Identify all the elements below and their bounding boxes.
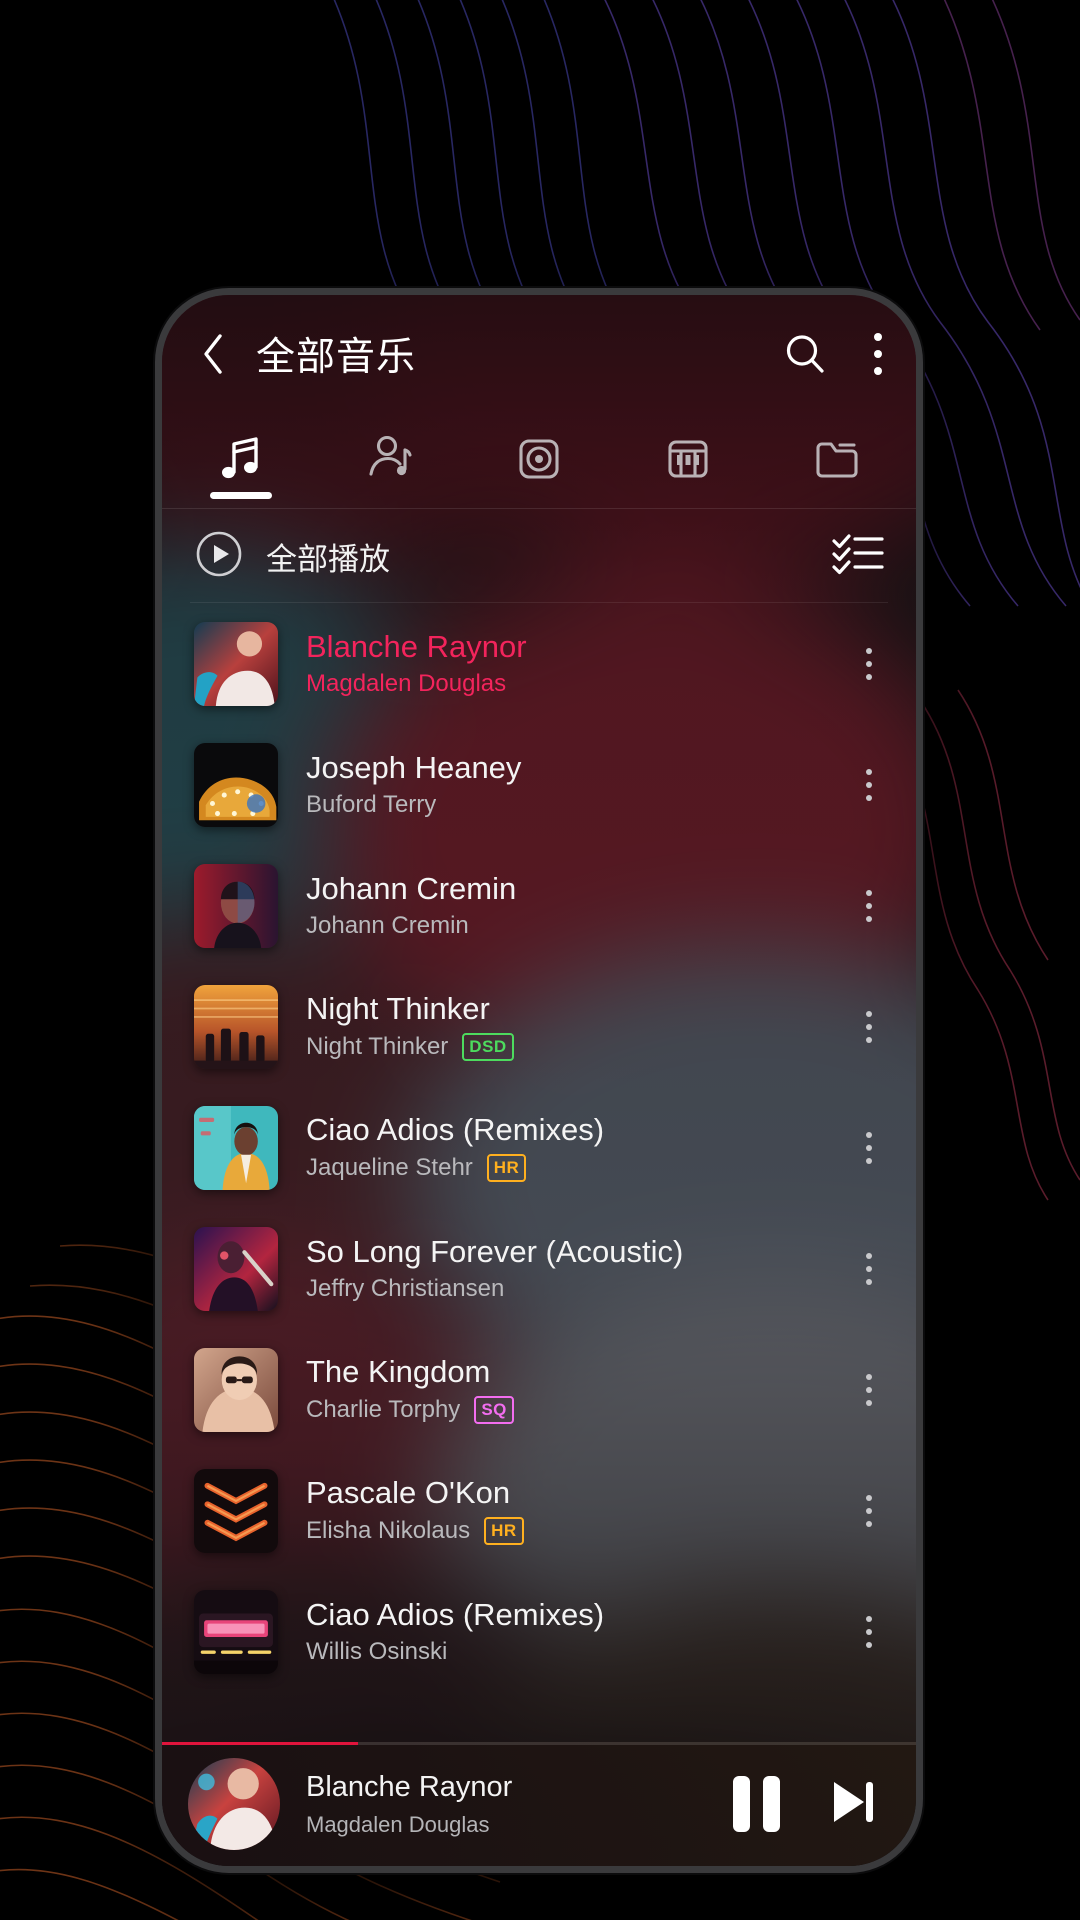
song-overflow-menu-icon[interactable] <box>852 1485 886 1537</box>
tab-folders[interactable] <box>763 413 912 505</box>
quality-badge: DSD <box>462 1032 514 1061</box>
song-album-art <box>194 742 278 827</box>
page-title: 全部音乐 <box>256 336 417 379</box>
song-artist: Magdalen Douglas <box>306 670 507 697</box>
tab-genres[interactable] <box>614 413 763 505</box>
song-row[interactable]: So Long Forever (Acoustic) Jeffry Christi… <box>162 1208 916 1329</box>
phone-frame: 全部音乐 全部播放 Blanche Raynor Magdalen Dougla… <box>155 288 923 1873</box>
song-artist: Willis Osinski <box>306 1638 448 1665</box>
song-album-art <box>194 863 278 948</box>
playback-progress-fill <box>162 1742 359 1745</box>
song-overflow-menu-icon[interactable] <box>852 1364 886 1416</box>
song-title: The Kingdom <box>306 1355 491 1389</box>
song-overflow-menu-icon[interactable] <box>852 1243 886 1295</box>
checklist-icon[interactable] <box>832 532 884 581</box>
song-subtitle-line: Jaqueline Stehr HR <box>306 1153 834 1182</box>
song-subtitle-line: Charlie Torphy SQ <box>306 1395 834 1424</box>
song-title: Night Thinker <box>306 992 490 1026</box>
active-tab-indicator <box>209 492 272 499</box>
song-row[interactable]: Blanche Raynor Magdalen Douglas <box>162 603 916 724</box>
song-album-art <box>194 1589 278 1674</box>
song-overflow-menu-icon[interactable] <box>852 1606 886 1658</box>
song-meta: Joseph Heaney Buford Terry <box>306 751 834 818</box>
song-title: Blanche Raynor <box>306 630 527 664</box>
song-artist: Elisha Nikolaus <box>306 1517 471 1544</box>
song-album-art <box>194 621 278 706</box>
song-meta: So Long Forever (Acoustic) Jeffry Christi… <box>306 1235 834 1302</box>
song-meta: Ciao Adios (Remixes) Jaqueline Stehr HR <box>306 1113 834 1182</box>
song-row[interactable]: Ciao Adios (Remixes) Jaqueline Stehr HR <box>162 1087 916 1208</box>
song-overflow-menu-icon[interactable] <box>852 1001 886 1053</box>
song-overflow-menu-icon[interactable] <box>852 638 886 690</box>
song-row[interactable]: Night Thinker Night Thinker DSD <box>162 966 916 1087</box>
play-all-button[interactable]: 全部播放 <box>194 529 390 584</box>
song-artist: Buford Terry <box>306 791 437 818</box>
song-subtitle-line: Elisha Nikolaus HR <box>306 1516 834 1545</box>
app-header: 全部音乐 <box>162 295 916 413</box>
song-title: Pascale O'Kon <box>306 1476 511 1510</box>
song-subtitle-line: Buford Terry <box>306 792 834 818</box>
song-album-art <box>194 1347 278 1432</box>
song-artist: Charlie Torphy <box>306 1396 461 1423</box>
search-icon[interactable] <box>782 331 828 377</box>
song-meta: Blanche Raynor Magdalen Douglas <box>306 630 834 697</box>
song-album-art <box>194 1226 278 1311</box>
song-subtitle-line: Johann Cremin <box>306 913 834 939</box>
now-playing-title: Blanche Raynor <box>306 1770 513 1803</box>
play-circle-icon <box>194 529 244 584</box>
song-row[interactable]: Ciao Adios (Remixes) Willis Osinski <box>162 1571 916 1692</box>
song-artist: Night Thinker <box>306 1033 449 1060</box>
screenshot-root: 全部音乐 全部播放 Blanche Raynor Magdalen Dougla… <box>0 0 1080 1920</box>
song-subtitle-line: Jeffry Christiansen <box>306 1276 834 1302</box>
song-title: Joseph Heaney <box>306 751 522 785</box>
song-album-art <box>194 1105 278 1190</box>
song-album-art <box>194 984 278 1069</box>
song-meta: Pascale O'Kon Elisha Nikolaus HR <box>306 1476 834 1545</box>
tab-artists[interactable] <box>315 413 464 505</box>
song-album-art <box>194 1468 278 1553</box>
song-artist: Jaqueline Stehr <box>306 1154 473 1181</box>
now-playing-artist: Magdalen Douglas <box>306 1811 490 1837</box>
song-artist: Johann Cremin <box>306 912 469 939</box>
song-overflow-menu-icon[interactable] <box>852 880 886 932</box>
song-meta: Ciao Adios (Remixes) Willis Osinski <box>306 1598 834 1665</box>
song-row[interactable]: Johann Cremin Johann Cremin <box>162 845 916 966</box>
pause-icon[interactable] <box>733 1776 780 1832</box>
song-list[interactable]: Blanche Raynor Magdalen Douglas Joseph He… <box>162 603 916 1742</box>
song-title: Johann Cremin <box>306 872 517 906</box>
song-row[interactable]: Joseph Heaney Buford Terry <box>162 724 916 845</box>
skip-next-icon[interactable] <box>822 1772 882 1837</box>
song-meta: Johann Cremin Johann Cremin <box>306 872 834 939</box>
chevron-left-icon[interactable] <box>196 332 230 376</box>
quality-badge: HR <box>486 1153 527 1182</box>
tab-albums[interactable] <box>464 413 613 505</box>
song-row[interactable]: Pascale O'Kon Elisha Nikolaus HR <box>162 1450 916 1571</box>
play-all-label: 全部播放 <box>266 541 390 577</box>
song-overflow-menu-icon[interactable] <box>852 1122 886 1174</box>
song-title: Ciao Adios (Remixes) <box>306 1113 605 1147</box>
song-artist: Jeffry Christiansen <box>306 1275 505 1302</box>
play-all-row[interactable]: 全部播放 <box>162 509 916 603</box>
more-vertical-icon[interactable] <box>874 333 882 375</box>
song-title: So Long Forever (Acoustic) <box>306 1235 684 1269</box>
category-tab-bar <box>162 413 916 509</box>
song-subtitle-line: Night Thinker DSD <box>306 1032 834 1061</box>
song-meta: The Kingdom Charlie Torphy SQ <box>306 1355 834 1424</box>
now-playing-album-art[interactable] <box>188 1758 280 1850</box>
song-row[interactable]: The Kingdom Charlie Torphy SQ <box>162 1329 916 1450</box>
quality-badge: HR <box>484 1516 524 1545</box>
phone-screen: 全部音乐 全部播放 Blanche Raynor Magdalen Dougla… <box>162 295 916 1866</box>
quality-badge: SQ <box>474 1395 514 1424</box>
song-subtitle-line: Willis Osinski <box>306 1639 834 1665</box>
song-title: Ciao Adios (Remixes) <box>306 1598 605 1632</box>
tab-songs[interactable] <box>166 413 315 505</box>
song-overflow-menu-icon[interactable] <box>852 759 886 811</box>
song-meta: Night Thinker Night Thinker DSD <box>306 992 834 1061</box>
now-playing-bar[interactable]: Blanche Raynor Magdalen Douglas <box>162 1742 916 1866</box>
song-subtitle-line: Magdalen Douglas <box>306 671 834 697</box>
playback-progress-track[interactable] <box>162 1742 916 1745</box>
